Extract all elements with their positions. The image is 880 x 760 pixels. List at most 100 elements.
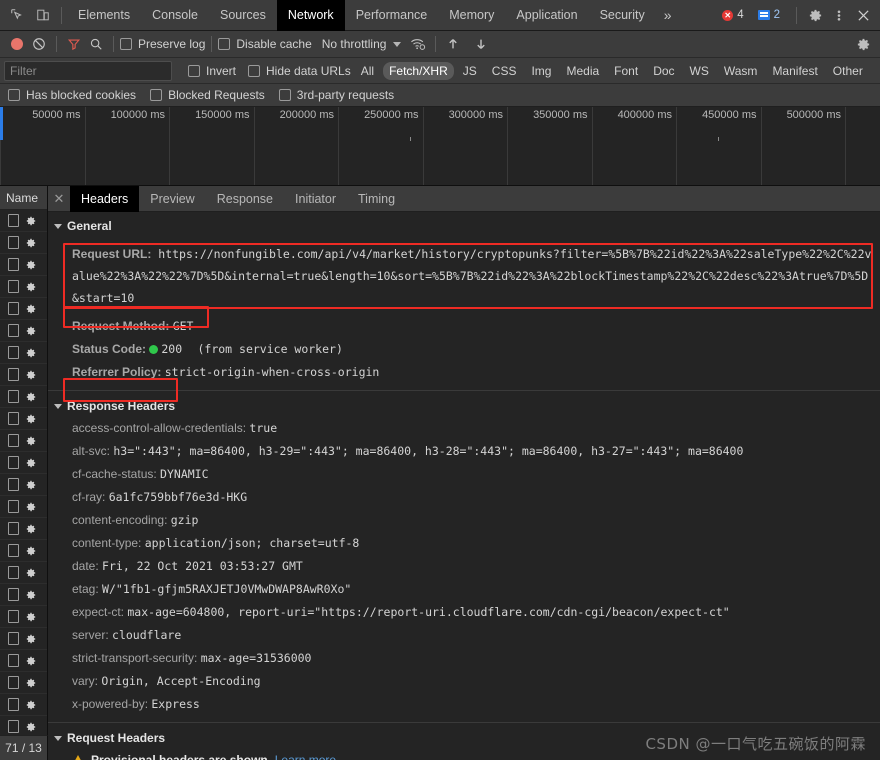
devtools-window: Elements Console Sources Network Perform… xyxy=(0,0,880,760)
request-row[interactable] xyxy=(0,672,47,694)
request-row[interactable] xyxy=(0,408,47,430)
close-icon[interactable] xyxy=(851,3,875,27)
general-section-header[interactable]: General xyxy=(48,215,880,237)
toolbar-divider xyxy=(113,36,114,52)
tab-network[interactable]: Network xyxy=(276,0,345,31)
tab-sources[interactable]: Sources xyxy=(209,0,277,31)
request-row[interactable] xyxy=(0,342,47,364)
tab-preview[interactable]: Preview xyxy=(139,186,205,212)
inspect-element-icon[interactable] xyxy=(4,2,30,28)
request-row[interactable] xyxy=(0,276,47,298)
toolbar-divider xyxy=(56,36,57,52)
chevron-down-icon xyxy=(54,735,62,741)
request-row[interactable] xyxy=(0,694,47,716)
filter-all[interactable]: All xyxy=(355,62,380,80)
request-row[interactable] xyxy=(0,232,47,254)
header-value: Fri, 22 Oct 2021 03:53:27 GMT xyxy=(102,559,303,573)
search-icon[interactable] xyxy=(85,32,107,56)
hide-data-urls-checkbox[interactable]: Hide data URLs xyxy=(248,64,351,78)
header-name: cf-ray: xyxy=(72,490,106,504)
filter-js[interactable]: JS xyxy=(457,62,483,80)
filter-font[interactable]: Font xyxy=(608,62,644,80)
request-url-value[interactable]: https://nonfungible.com/api/v4/market/hi… xyxy=(72,247,871,305)
tab-application[interactable]: Application xyxy=(505,0,588,31)
tab-security[interactable]: Security xyxy=(589,0,656,31)
preserve-log-checkbox[interactable]: Preserve log xyxy=(120,37,205,51)
request-headers-section-header[interactable]: Request Headers xyxy=(48,727,880,749)
export-har-icon[interactable] xyxy=(470,32,492,56)
network-settings-gear-icon[interactable] xyxy=(852,32,874,56)
filter-doc[interactable]: Doc xyxy=(647,62,680,80)
network-toolbar: Preserve log Disable cache No throttling xyxy=(0,31,880,58)
gear-icon[interactable] xyxy=(803,3,827,27)
tab-timing[interactable]: Timing xyxy=(347,186,406,212)
more-vertical-icon[interactable] xyxy=(827,3,851,27)
requests-list-panel: Name xyxy=(0,186,48,760)
message-count-badge[interactable]: 2 xyxy=(754,7,786,23)
learn-more-link[interactable]: Learn more xyxy=(275,753,336,760)
close-icon[interactable]: ✕ xyxy=(48,186,70,212)
filter-wasm[interactable]: Wasm xyxy=(718,62,764,80)
filter-img[interactable]: Img xyxy=(525,62,557,80)
disable-cache-checkbox[interactable]: Disable cache xyxy=(218,37,312,51)
filter-media[interactable]: Media xyxy=(560,62,605,80)
request-row[interactable] xyxy=(0,210,47,232)
import-har-icon[interactable] xyxy=(442,32,464,56)
filter-manifest[interactable]: Manifest xyxy=(766,62,823,80)
request-row[interactable] xyxy=(0,298,47,320)
gear-icon xyxy=(26,590,36,599)
filter-other[interactable]: Other xyxy=(827,62,869,80)
filter-fetch-xhr[interactable]: Fetch/XHR xyxy=(383,61,454,80)
response-headers-section-header[interactable]: Response Headers xyxy=(48,395,880,417)
request-row[interactable] xyxy=(0,540,47,562)
checkbox-box xyxy=(248,64,261,77)
request-row[interactable] xyxy=(0,452,47,474)
tab-response[interactable]: Response xyxy=(206,186,284,212)
request-row[interactable] xyxy=(0,584,47,606)
overview-request-mark xyxy=(718,137,719,141)
request-row[interactable] xyxy=(0,386,47,408)
tab-console[interactable]: Console xyxy=(141,0,209,31)
request-row[interactable] xyxy=(0,562,47,584)
more-tabs-button[interactable]: » xyxy=(656,0,680,31)
request-row[interactable] xyxy=(0,430,47,452)
clear-prohibited-icon[interactable] xyxy=(28,32,50,56)
device-toolbar-icon[interactable] xyxy=(30,2,56,28)
request-row[interactable] xyxy=(0,254,47,276)
tab-performance[interactable]: Performance xyxy=(345,0,439,31)
filter-ws[interactable]: WS xyxy=(684,62,715,80)
request-row[interactable] xyxy=(0,364,47,386)
header-row: content-encoding: gzip xyxy=(48,509,880,532)
overview-selection-handle[interactable] xyxy=(0,107,3,140)
third-party-requests-checkbox[interactable]: 3rd-party requests xyxy=(278,88,395,102)
request-row[interactable] xyxy=(0,496,47,518)
gear-icon xyxy=(26,458,36,467)
request-row[interactable] xyxy=(0,650,47,672)
tab-memory[interactable]: Memory xyxy=(438,0,505,31)
request-row[interactable] xyxy=(0,320,47,342)
request-row[interactable] xyxy=(0,606,47,628)
header-row: cf-cache-status: DYNAMIC xyxy=(48,463,880,486)
throttling-select[interactable]: No throttling xyxy=(322,37,402,51)
requests-list[interactable] xyxy=(0,210,47,760)
blocked-requests-checkbox[interactable]: Blocked Requests xyxy=(150,88,265,102)
invert-checkbox[interactable]: Invert xyxy=(188,64,236,78)
requests-column-header[interactable]: Name xyxy=(0,186,47,210)
tab-elements[interactable]: Elements xyxy=(67,0,141,31)
request-row[interactable] xyxy=(0,628,47,650)
has-blocked-cookies-checkbox[interactable]: Has blocked cookies xyxy=(8,88,136,102)
request-row[interactable] xyxy=(0,518,47,540)
header-name: x-powered-by: xyxy=(72,697,149,711)
network-conditions-icon[interactable] xyxy=(407,32,429,56)
tab-headers[interactable]: Headers xyxy=(70,185,140,212)
filter-css[interactable]: CSS xyxy=(486,62,523,80)
resource-type-icon xyxy=(8,280,19,293)
request-row[interactable] xyxy=(0,474,47,496)
record-circle-icon[interactable] xyxy=(6,32,28,56)
filter-input[interactable] xyxy=(4,60,172,81)
error-count-badge[interactable]: ✕ 4 xyxy=(718,7,749,23)
filter-funnel-icon[interactable] xyxy=(63,32,85,56)
tab-initiator[interactable]: Initiator xyxy=(284,186,347,212)
third-party-requests-label: 3rd-party requests xyxy=(296,88,395,102)
network-overview-timeline[interactable]: 50000 ms 100000 ms 150000 ms 200000 ms 2… xyxy=(0,107,880,186)
